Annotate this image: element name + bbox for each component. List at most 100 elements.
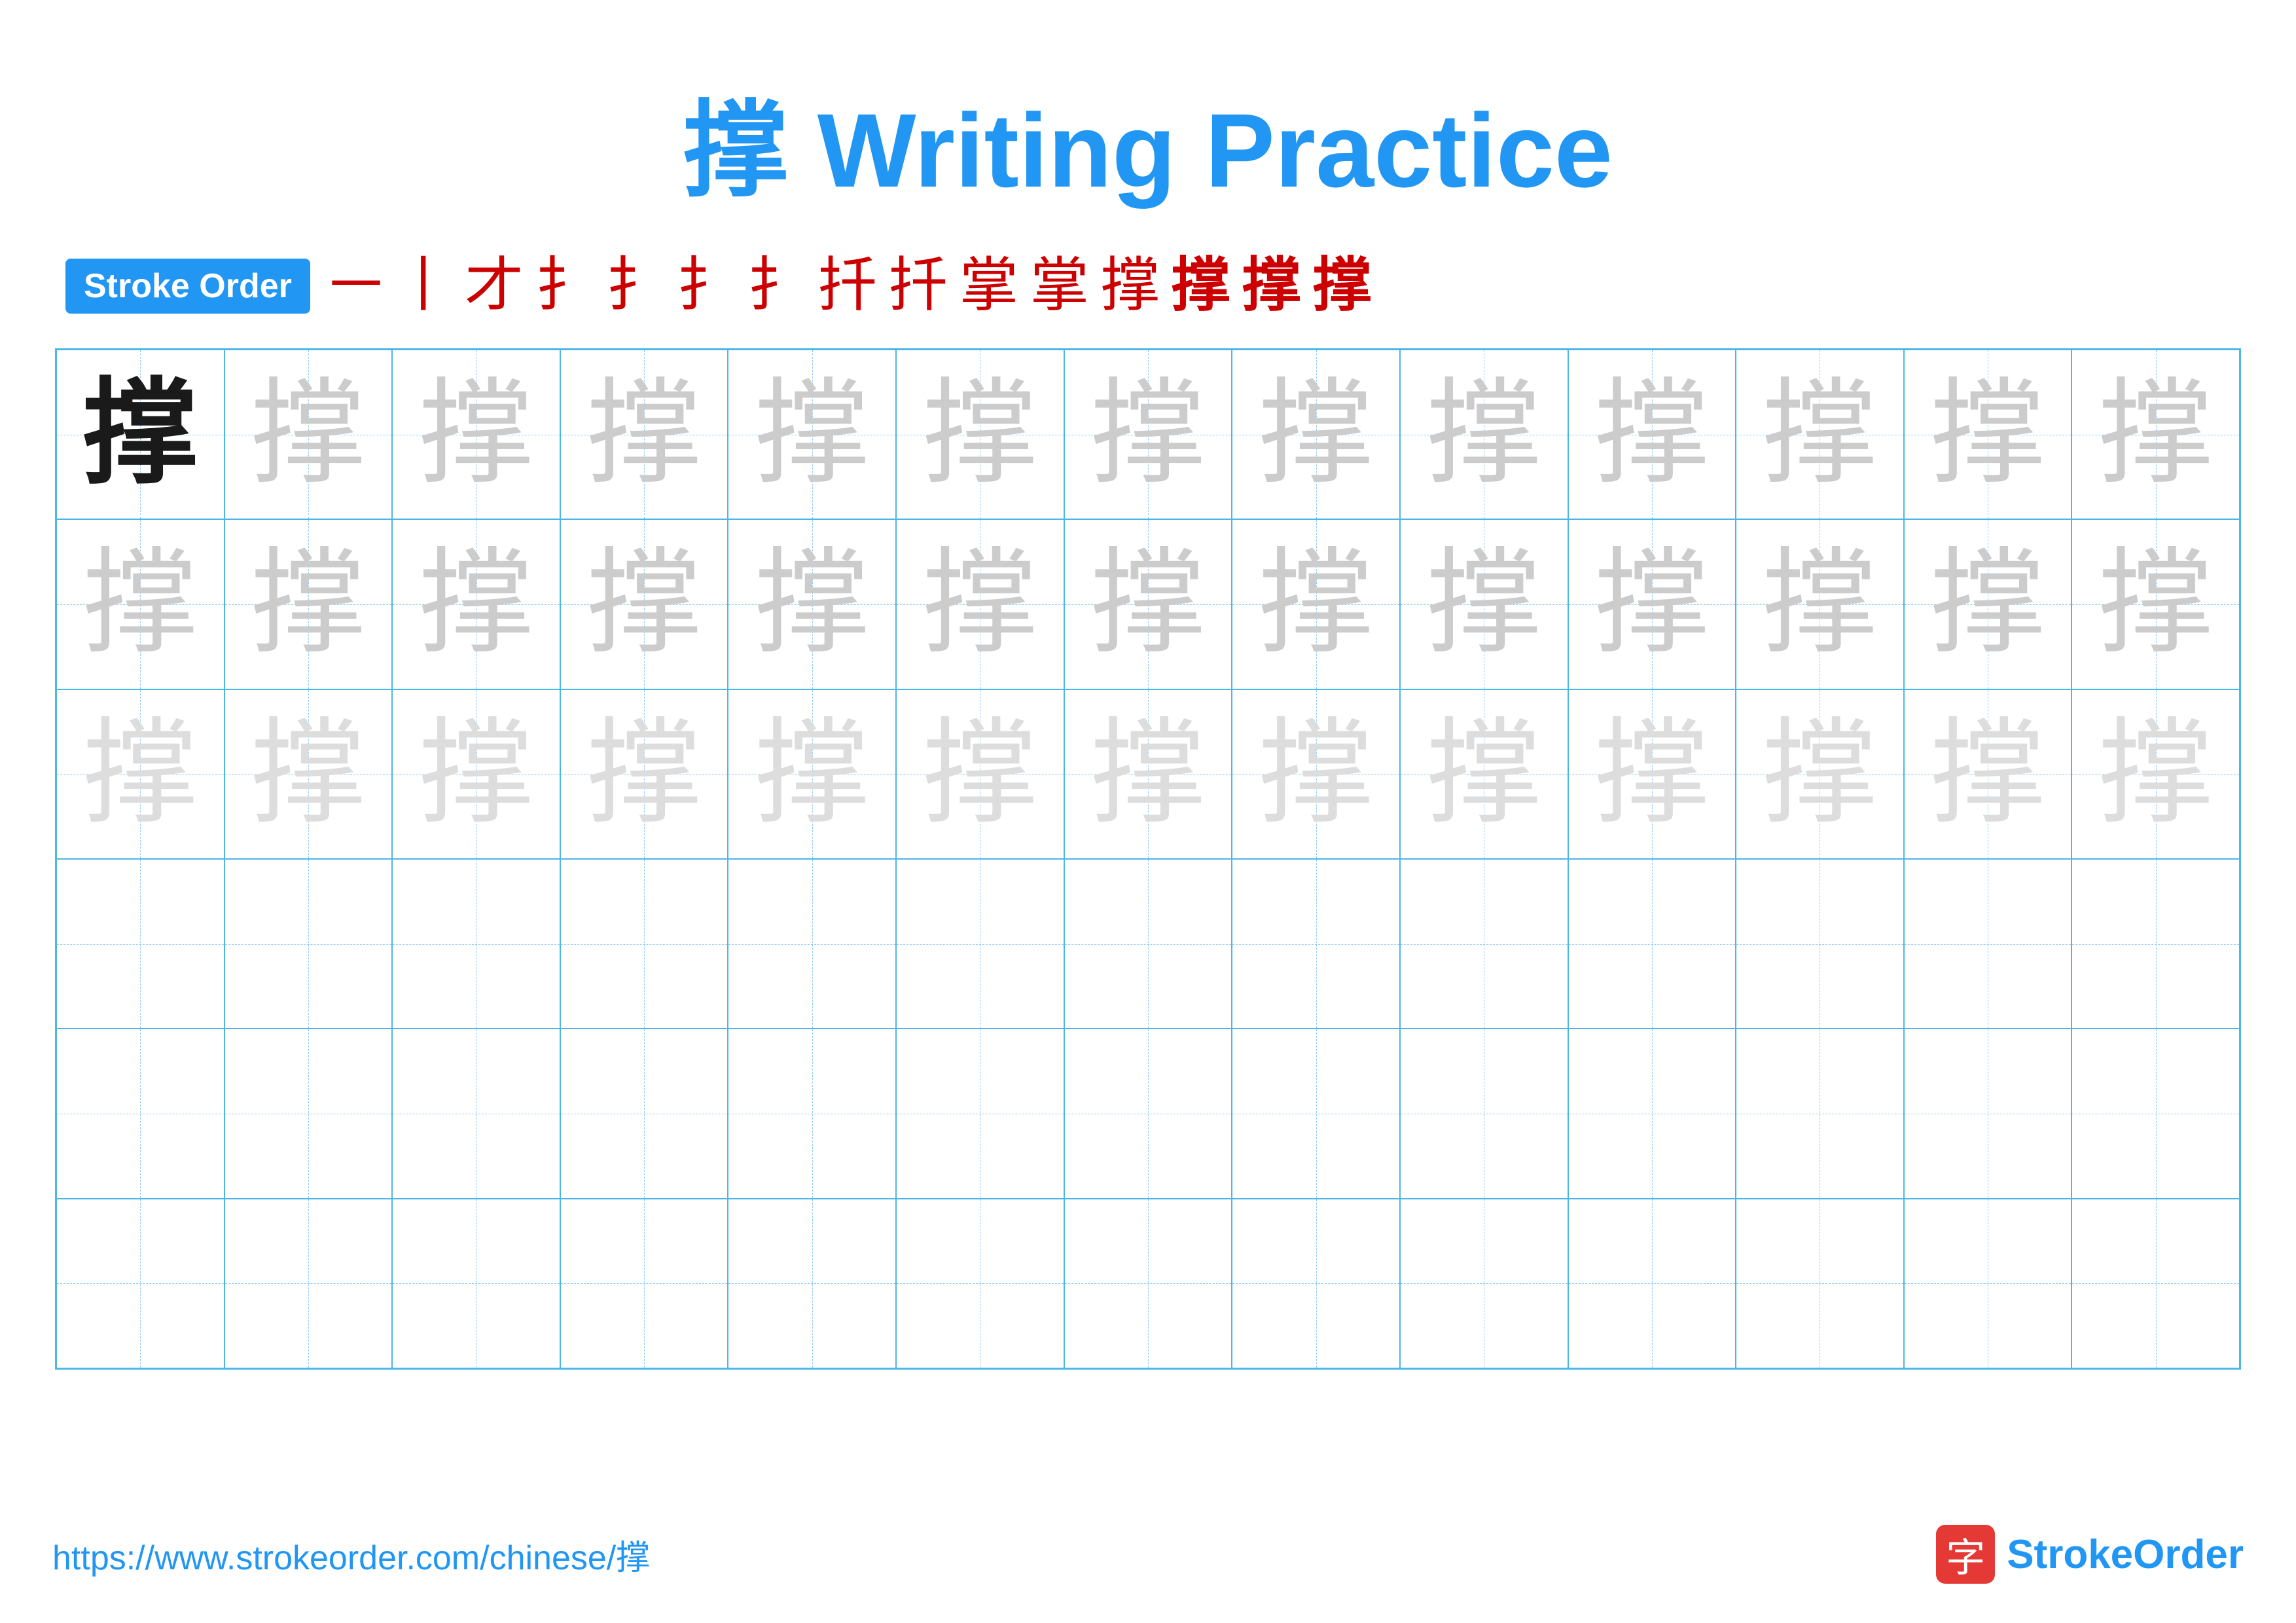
grid-cell[interactable]: 撑 — [1568, 689, 1736, 859]
grid-cell[interactable]: 撑 — [1064, 519, 1232, 689]
grid-cell[interactable]: 撑 — [560, 350, 728, 519]
practice-char: 撑 — [923, 547, 1037, 661]
grid-cell[interactable]: 撑 — [1904, 689, 2072, 859]
grid-cell[interactable] — [224, 859, 393, 1029]
grid-cell[interactable]: 撑 — [56, 350, 224, 519]
grid-cell[interactable] — [1232, 1199, 1400, 1368]
grid-cell[interactable] — [2072, 859, 2240, 1029]
grid-cell[interactable]: 撑 — [560, 519, 728, 689]
grid-cell[interactable]: 撑 — [728, 689, 896, 859]
practice-char: 撑 — [1931, 547, 2045, 661]
grid-cell[interactable]: 撑 — [728, 519, 896, 689]
grid-cell[interactable]: 撑 — [392, 689, 560, 859]
grid-cell[interactable]: 撑 — [1400, 519, 1568, 689]
practice-char: 撑 — [1931, 717, 2045, 831]
grid-cell[interactable] — [2072, 1029, 2240, 1198]
grid-cell[interactable]: 撑 — [560, 689, 728, 859]
grid-cell[interactable] — [1904, 1199, 2072, 1368]
grid-cell[interactable] — [1232, 859, 1400, 1029]
grid-cell[interactable]: 撑 — [1736, 519, 1904, 689]
grid-cell[interactable]: 撑 — [2072, 519, 2240, 689]
practice-char: 撑 — [1427, 377, 1541, 492]
grid-cell[interactable] — [1736, 1029, 1904, 1198]
grid-cell[interactable] — [1568, 859, 1736, 1029]
grid-cell[interactable]: 撑 — [1736, 689, 1904, 859]
grid-cell[interactable] — [1232, 1029, 1400, 1198]
grid-cell[interactable] — [1064, 859, 1232, 1029]
grid-cell[interactable] — [1736, 1199, 1904, 1368]
grid-cell[interactable]: 撑 — [1232, 350, 1400, 519]
practice-char: 撑 — [923, 377, 1037, 492]
stroke-2: 丨 — [394, 257, 453, 316]
grid-cell[interactable]: 撑 — [56, 519, 224, 689]
grid-cell[interactable]: 撑 — [1904, 519, 2072, 689]
grid-cell[interactable] — [1568, 1029, 1736, 1198]
practice-char: 撑 — [1427, 717, 1541, 831]
grid-cell[interactable]: 撑 — [392, 519, 560, 689]
grid-cell[interactable] — [392, 1199, 560, 1368]
grid-cell[interactable] — [1400, 859, 1568, 1029]
grid-cell[interactable] — [728, 859, 896, 1029]
grid-cell[interactable] — [224, 1199, 393, 1368]
grid-cell[interactable] — [560, 1029, 728, 1198]
grid-cell[interactable]: 撑 — [1568, 350, 1736, 519]
grid-cell[interactable] — [1400, 1029, 1568, 1198]
grid-cell[interactable] — [1904, 859, 2072, 1029]
grid-cell[interactable]: 撑 — [2072, 689, 2240, 859]
grid-cell[interactable]: 撑 — [224, 689, 393, 859]
grid-cell[interactable] — [56, 859, 224, 1029]
grid-cell[interactable]: 撑 — [1064, 350, 1232, 519]
grid-cell[interactable] — [392, 1029, 560, 1198]
grid-cell[interactable] — [224, 1029, 393, 1198]
grid-cell[interactable]: 撑 — [896, 350, 1064, 519]
stroke-13: 撑 — [1172, 257, 1230, 316]
grid-cell[interactable]: 撑 — [1400, 350, 1568, 519]
grid-cell[interactable]: 撑 — [2072, 350, 2240, 519]
grid-cell[interactable] — [1904, 1029, 2072, 1198]
grid-cell[interactable]: 撑 — [896, 519, 1064, 689]
practice-char: 撑 — [1594, 717, 1709, 831]
grid-cell[interactable] — [896, 859, 1064, 1029]
grid-cell[interactable] — [728, 1199, 896, 1368]
logo-icon: 字 — [1936, 1525, 1995, 1584]
grid-cell[interactable]: 撑 — [1904, 350, 2072, 519]
logo-text: StrokeOrder — [2007, 1531, 2244, 1578]
stroke-10: 掌 — [960, 257, 1018, 316]
grid-cell[interactable] — [560, 1199, 728, 1368]
grid-cell[interactable] — [2072, 1199, 2240, 1368]
grid-cell[interactable]: 撑 — [56, 689, 224, 859]
grid-cell[interactable] — [1064, 1029, 1232, 1198]
practice-char: 撑 — [83, 717, 198, 831]
stroke-5: 扌 — [606, 257, 665, 316]
grid-cell[interactable] — [560, 859, 728, 1029]
grid-cell[interactable] — [728, 1029, 896, 1198]
grid-cell[interactable]: 撑 — [1232, 519, 1400, 689]
grid-cell[interactable]: 撑 — [392, 350, 560, 519]
grid-cell[interactable] — [1736, 859, 1904, 1029]
stroke-3: 才 — [465, 257, 524, 316]
grid-cell[interactable] — [896, 1199, 1064, 1368]
grid-cell[interactable] — [1064, 1199, 1232, 1368]
stroke-order-row: Stroke Order 一 丨 才 扌 扌 扌 扌 扦 扦 掌 掌 撑 撑 撑… — [52, 257, 2244, 316]
grid-cell[interactable] — [56, 1199, 224, 1368]
grid-cell[interactable]: 撑 — [728, 350, 896, 519]
grid-cell[interactable] — [1400, 1199, 1568, 1368]
grid-cell[interactable] — [1568, 1199, 1736, 1368]
stroke-order-badge: Stroke Order — [65, 259, 310, 314]
grid-cell[interactable]: 撑 — [224, 350, 393, 519]
practice-char: 撑 — [419, 377, 533, 492]
stroke-15: 撑 — [1313, 257, 1372, 316]
practice-char: 撑 — [1594, 377, 1709, 492]
grid-cell[interactable] — [56, 1029, 224, 1198]
practice-char: 撑 — [1763, 377, 1877, 492]
grid-cell[interactable]: 撑 — [1064, 689, 1232, 859]
grid-cell[interactable]: 撑 — [1736, 350, 1904, 519]
grid-cell[interactable] — [392, 859, 560, 1029]
grid-cell[interactable]: 撑 — [1232, 689, 1400, 859]
grid-cell[interactable]: 撑 — [896, 689, 1064, 859]
stroke-4: 扌 — [535, 257, 594, 316]
grid-cell[interactable]: 撑 — [1400, 689, 1568, 859]
grid-cell[interactable]: 撑 — [224, 519, 393, 689]
grid-cell[interactable] — [896, 1029, 1064, 1198]
grid-cell[interactable]: 撑 — [1568, 519, 1736, 689]
